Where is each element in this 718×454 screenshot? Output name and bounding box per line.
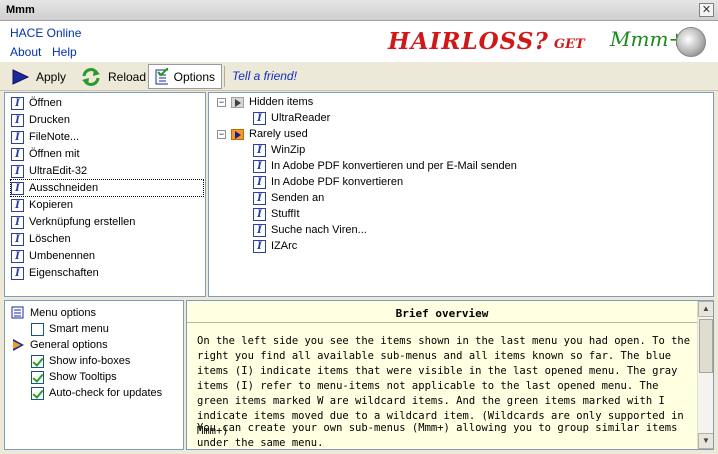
window-title: Mmm (6, 4, 35, 16)
item-icon: I (11, 113, 24, 127)
tell-a-friend-link[interactable]: Tell a friend! (232, 69, 297, 83)
list-item[interactable]: I Öffnen mit (11, 146, 80, 162)
tree-item[interactable]: I In Adobe PDF konvertieren und per E-Mai… (253, 158, 517, 174)
overview-panel: Brief overview On the left side you see … (186, 300, 714, 450)
options-label: Options (173, 69, 215, 84)
brand-link[interactable]: HACE Online (10, 26, 81, 40)
show-tooltips-checkbox[interactable]: Show Tooltips (31, 369, 117, 385)
checkbox[interactable] (31, 354, 44, 368)
item-icon: I (253, 207, 266, 221)
scroll-up-icon[interactable]: ▲ (698, 301, 713, 317)
checkbox[interactable] (31, 386, 44, 400)
play-icon (12, 68, 30, 85)
smart-menu-checkbox[interactable]: Smart menu (31, 321, 109, 337)
menu-options-header[interactable]: Menu options (11, 305, 96, 321)
list-item[interactable]: I Umbenennen (11, 248, 95, 264)
list-item[interactable]: I Drucken (11, 112, 70, 128)
list-item[interactable]: I Verknüpfung erstellen (11, 214, 135, 230)
general-options-header[interactable]: General options (11, 337, 108, 353)
expand-toggle[interactable]: − (217, 97, 226, 107)
item-icon: I (253, 143, 266, 157)
list-item[interactable]: I Eigenschaften (11, 265, 99, 281)
folder-arrow-icon (231, 128, 244, 140)
tree-group-hidden[interactable]: − Hidden items (217, 94, 313, 110)
overview-title: Brief overview (395, 307, 489, 320)
tree-item[interactable]: I WinZip (253, 142, 305, 158)
item-icon: I (11, 266, 24, 280)
item-icon: I (11, 249, 24, 263)
ad-text-hairloss: HAIRLOSS? (388, 28, 549, 55)
tree-item[interactable]: I Senden an (253, 190, 324, 206)
item-icon: I (11, 96, 24, 110)
show-info-boxes-checkbox[interactable]: Show info-boxes (31, 353, 130, 369)
menu-about[interactable]: About (10, 45, 41, 59)
list-item[interactable]: I FileNote... (11, 129, 79, 145)
menu-help[interactable]: Help (52, 45, 77, 59)
options-panel: Menu options Smart menu General options … (4, 300, 184, 450)
expand-toggle[interactable]: − (217, 129, 226, 139)
submenu-tree[interactable]: − Hidden items I UltraReader − Rarely use… (208, 92, 714, 297)
menu-options-icon (11, 306, 24, 319)
list-item[interactable]: I Löschen (11, 231, 71, 247)
tree-group-rarely-used[interactable]: − Rarely used (217, 126, 308, 142)
ad-banner[interactable]: HAIRLOSS? GET Mmm+ (388, 23, 714, 61)
item-icon: I (11, 181, 24, 195)
toolbar: Apply Reload Options Tell a friend! (0, 62, 718, 91)
scroll-thumb[interactable] (699, 319, 713, 373)
reload-label: Reload (108, 69, 147, 84)
checkbox[interactable] (31, 370, 44, 384)
menu-items-list[interactable]: I Öffnen I Drucken I FileNote... I Öffnen mi… (4, 92, 206, 297)
tree-item[interactable]: I Suche nach Viren... (253, 222, 367, 238)
toolbar-separator (224, 66, 225, 87)
play-icon (13, 339, 24, 351)
ad-text-mmm: Mmm+ (610, 27, 686, 51)
item-icon: I (253, 191, 266, 205)
list-item[interactable]: I Öffnen (11, 95, 62, 111)
item-icon: I (11, 198, 24, 212)
list-item-selected[interactable]: I Ausschneiden (10, 179, 204, 197)
item-icon: I (11, 164, 24, 178)
options-button[interactable]: Options (148, 64, 222, 89)
apply-button[interactable]: Apply (4, 64, 72, 89)
tree-item[interactable]: I StuffIt (253, 206, 300, 222)
folder-arrow-icon (231, 96, 244, 108)
tree-item[interactable]: I IZArc (253, 238, 297, 254)
item-icon: I (11, 130, 24, 144)
close-button[interactable]: ✕ (699, 3, 714, 17)
overview-scrollbar[interactable]: ▲ ▼ (697, 301, 713, 449)
apply-label: Apply (36, 69, 67, 84)
ad-knob-icon (676, 27, 706, 57)
reload-icon (82, 67, 100, 86)
list-item[interactable]: I Kopieren (11, 197, 73, 213)
item-icon: I (11, 232, 24, 246)
item-icon: I (11, 215, 24, 229)
item-icon: I (253, 175, 266, 189)
overview-divider (187, 322, 697, 323)
item-icon: I (253, 111, 266, 125)
item-icon: I (11, 147, 24, 161)
item-icon: I (253, 239, 266, 253)
scroll-down-icon[interactable]: ▼ (698, 433, 713, 449)
title-bar: Mmm ✕ (0, 0, 718, 21)
auto-check-checkbox[interactable]: Auto-check for updates (31, 385, 162, 401)
overview-paragraph-2: You can create your own sub-menus (Mmm+)… (197, 422, 678, 449)
header: HACE Online About Help HAIRLOSS? GET Mmm… (0, 21, 718, 62)
ad-text-get: GET (554, 37, 585, 52)
item-icon: I (253, 223, 266, 237)
reload-button[interactable]: Reload (74, 64, 152, 89)
item-icon: I (253, 159, 266, 173)
options-icon (155, 67, 168, 84)
tree-item[interactable]: I UltraReader (253, 110, 330, 126)
list-item[interactable]: I UltraEdit-32 (11, 163, 87, 179)
checkbox[interactable] (31, 322, 44, 336)
tree-item[interactable]: I In Adobe PDF konvertieren (253, 174, 403, 190)
